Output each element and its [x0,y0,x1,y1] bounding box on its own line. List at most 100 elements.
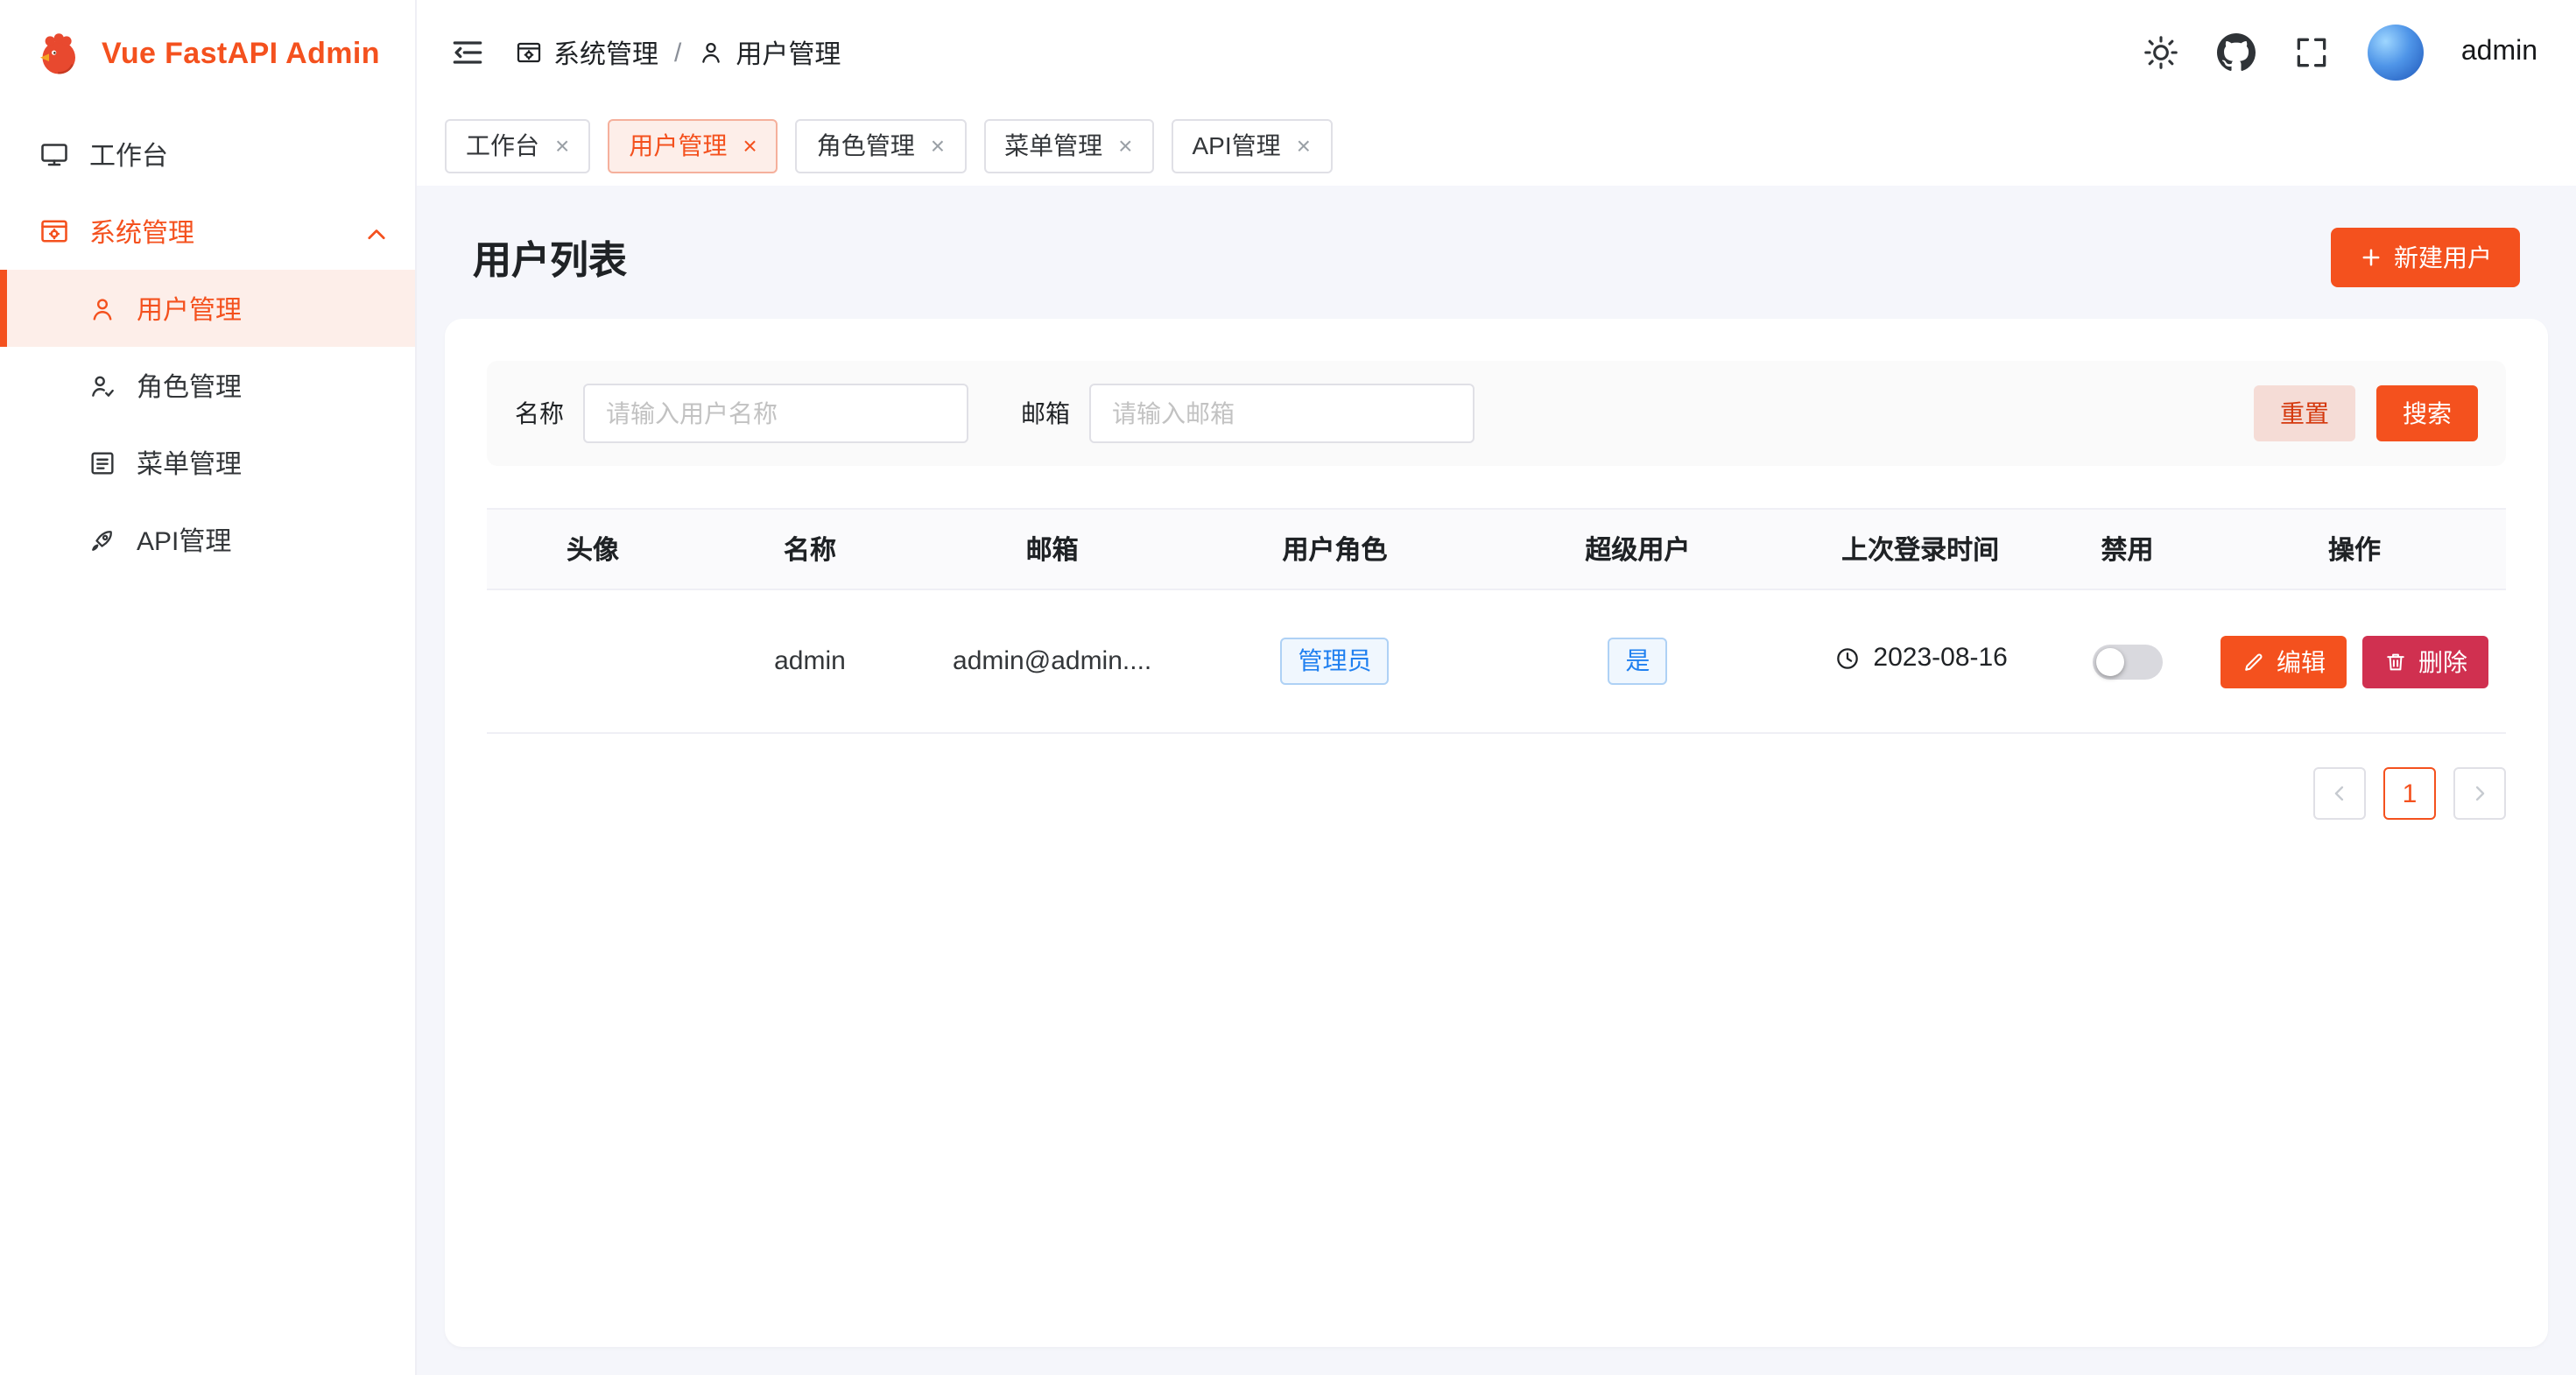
name-filter-group: 名称 [515,384,968,443]
sidebar-item-label: 角色管理 [137,367,242,404]
superuser-cell: 是 [1486,589,1789,733]
rooster-logo-icon [32,28,84,81]
users-table: 头像 名称 邮箱 用户角色 超级用户 上次登录时间 禁用 操作 [487,508,2506,734]
pagination: 1 [487,767,2506,820]
close-icon[interactable]: × [743,133,757,158]
disabled-cell [2052,589,2203,733]
superuser-tag: 是 [1608,638,1667,684]
topbar-actions: admin [2143,25,2537,81]
reset-button[interactable]: 重置 [2254,385,2355,441]
column-header-actions: 操作 [2203,509,2506,589]
sidebar-item-api[interactable]: API管理 [0,501,415,578]
create-user-label: 新建用户 [2394,240,2492,275]
role-tag: 管理员 [1280,638,1389,684]
close-icon[interactable]: × [555,133,569,158]
chevron-up-icon [361,218,387,244]
tab-workbench[interactable]: 工作台 × [445,118,590,173]
user-icon [88,293,117,323]
tabs-bar: 工作台 × 用户管理 × 角色管理 × 菜单管理 × API管理 × [417,105,2576,186]
column-header-avatar: 头像 [487,509,699,589]
filter-bar: 名称 邮箱 重置 搜索 [487,361,2506,466]
role-icon [88,370,117,400]
close-icon[interactable]: × [931,133,945,158]
tab-label: 菜单管理 [1004,128,1102,163]
brand-title: Vue FastAPI Admin [102,37,380,72]
edit-button[interactable]: 编辑 [2221,635,2347,688]
sidebar-menu: 工作台 系统管理 [0,109,415,578]
column-header-name: 名称 [699,509,921,589]
role-cell: 管理员 [1184,589,1487,733]
column-header-role: 用户角色 [1184,509,1487,589]
plus-icon [2359,245,2383,270]
clock-icon [1833,645,1861,673]
top-header: 系统管理 / 用户管理 [417,0,2576,105]
sidebar-item-label: 工作台 [89,136,168,173]
pagination-next-button[interactable] [2453,767,2506,820]
breadcrumb-label: 系统管理 [553,34,658,71]
chevron-right-icon [2467,781,2492,806]
lastlogin-value: 2023-08-16 [1873,644,2007,673]
app-window: Vue FastAPI Admin 工作台 系统管理 [0,0,2576,1375]
user-avatar[interactable] [2368,25,2425,81]
sidebar-item-users[interactable]: 用户管理 [0,270,415,347]
github-icon[interactable] [2218,33,2256,72]
create-user-button[interactable]: 新建用户 [2331,228,2520,287]
rocket-icon [88,525,117,554]
pagination-prev-button[interactable] [2313,767,2366,820]
name-cell: admin [699,589,921,733]
table-header-row: 头像 名称 邮箱 用户角色 超级用户 上次登录时间 禁用 操作 [487,509,2506,589]
tab-menus[interactable]: 菜单管理 × [983,118,1153,173]
disabled-toggle[interactable] [2093,644,2163,679]
breadcrumb: 系统管理 / 用户管理 [515,34,841,71]
search-button[interactable]: 搜索 [2376,385,2478,441]
sidebar-item-workbench[interactable]: 工作台 [0,116,415,193]
close-icon[interactable]: × [1118,133,1132,158]
edit-label: 编辑 [2277,644,2326,679]
email-filter-input[interactable] [1089,384,1475,443]
pagination-page-1[interactable]: 1 [2383,767,2436,820]
sidebar-item-label: 菜单管理 [137,444,242,481]
sidebar-item-menus[interactable]: 菜单管理 [0,424,415,501]
close-icon[interactable]: × [1297,133,1311,158]
avatar-cell [487,589,699,733]
tab-api[interactable]: API管理 × [1172,118,1333,173]
filter-actions: 重置 搜索 [2254,385,2478,441]
username-label[interactable]: admin [2461,37,2537,68]
actions-cell: 编辑 删除 [2203,589,2506,733]
table-row: admin admin@admin.... 管理员 是 [487,589,2506,733]
sidebar-item-roles[interactable]: 角色管理 [0,347,415,424]
tab-label: API管理 [1193,128,1281,163]
name-filter-label: 名称 [515,396,564,431]
sidebar-item-label: 系统管理 [89,213,194,250]
tab-label: 角色管理 [817,128,915,163]
tab-label: 用户管理 [629,128,727,163]
breadcrumb-label: 用户管理 [735,34,841,71]
user-list-card: 名称 邮箱 重置 搜索 [445,319,2548,1347]
fullscreen-icon[interactable] [2293,33,2332,72]
menu-list-icon [88,448,117,477]
brand[interactable]: Vue FastAPI Admin [0,0,415,109]
tab-label: 工作台 [466,128,539,163]
column-header-email: 邮箱 [921,509,1184,589]
sidebar: Vue FastAPI Admin 工作台 系统管理 [0,0,417,1375]
sidebar-item-label: API管理 [137,521,231,558]
collapse-sidebar-icon[interactable] [448,33,487,72]
page-header: 用户列表 新建用户 [445,203,2548,312]
monitor-icon [39,138,70,170]
lastlogin-cell: 2023-08-16 [1789,589,2052,733]
theme-sun-icon[interactable] [2143,33,2181,72]
trash-icon [2383,649,2408,673]
pencil-icon [2242,649,2266,673]
email-cell: admin@admin.... [921,589,1184,733]
tab-users[interactable]: 用户管理 × [608,118,778,173]
column-header-disabled: 禁用 [2052,509,2203,589]
name-filter-input[interactable] [583,384,968,443]
email-filter-group: 邮箱 [1021,384,1475,443]
tab-roles[interactable]: 角色管理 × [796,118,966,173]
delete-button[interactable]: 删除 [2362,635,2488,688]
breadcrumb-item-system[interactable]: 系统管理 [515,34,658,71]
sidebar-item-label: 用户管理 [137,290,242,327]
sidebar-item-system[interactable]: 系统管理 [0,193,415,270]
breadcrumb-item-users[interactable]: 用户管理 [697,34,841,71]
breadcrumb-separator: / [674,38,681,67]
